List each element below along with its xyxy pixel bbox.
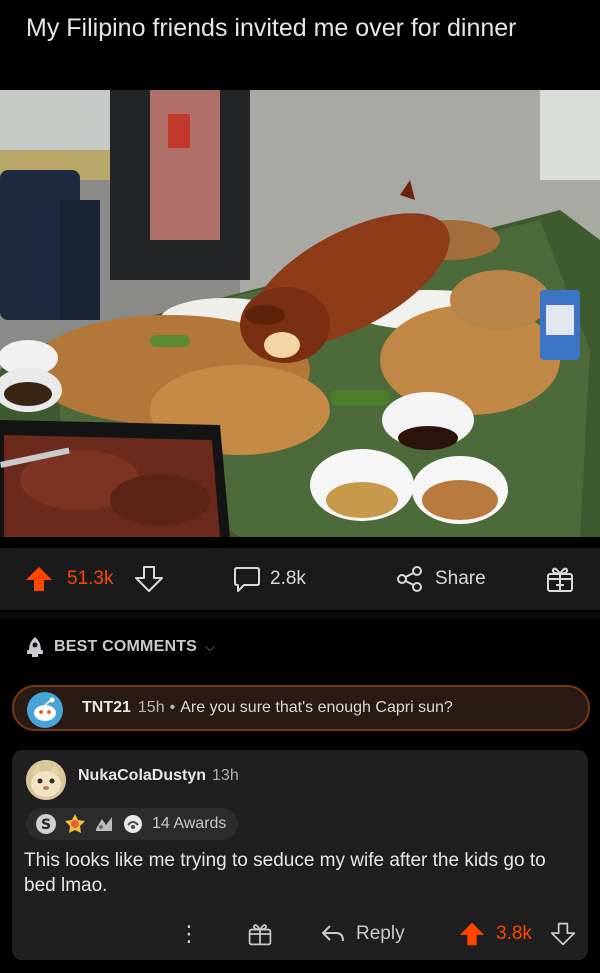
silver-award-icon: S (34, 812, 58, 836)
comment-upvote-button[interactable] (458, 914, 486, 954)
awards-count: 14 Awards (152, 815, 227, 832)
upvote-button[interactable] (24, 548, 54, 610)
share-label: Share (435, 568, 486, 589)
award-button[interactable] (545, 548, 575, 610)
reply-icon (322, 925, 344, 942)
post-action-bar: 51.3k 2.8k Share (0, 548, 600, 610)
hugz-award-icon (121, 812, 145, 836)
sort-comments-button[interactable]: BEST COMMENTS ⌵ (24, 634, 215, 660)
comments-button[interactable]: 2.8k (232, 548, 306, 610)
comment-username[interactable]: NukaColaDustyn (78, 767, 206, 784)
comment-icon (234, 567, 260, 592)
divider (0, 612, 600, 618)
reply-button[interactable]: Reply (320, 914, 405, 954)
avatar[interactable] (26, 760, 66, 800)
chevron-down-icon: ⌵ (205, 639, 216, 654)
award-icon (547, 567, 573, 592)
comment-text: Are you sure that's enough Capri sun? (180, 699, 453, 716)
post-title: My Filipino friends invited me over for … (26, 14, 517, 42)
comment-card: NukaColaDustyn 13h S 14 Awards This looks… (12, 750, 588, 960)
upvote-icon[interactable] (24, 564, 54, 594)
downvote-icon[interactable] (134, 564, 164, 594)
avatar[interactable] (26, 691, 64, 734)
snoo-avatar-icon (27, 692, 63, 728)
upvote-icon (459, 922, 485, 946)
award-icon (248, 924, 272, 946)
post-image-graphic (0, 90, 600, 537)
svg-text:S: S (41, 817, 51, 833)
comment-time: 15h (137, 699, 165, 716)
post-image[interactable] (0, 90, 600, 537)
comment-downvote-button[interactable] (550, 914, 576, 954)
comment-vote-count: 3.8k (496, 923, 532, 944)
comment-action-bar: ⋮ Reply 3.8k (12, 914, 588, 954)
comment-body: This looks like me trying to seduce my w… (24, 850, 546, 896)
share-icon (397, 566, 422, 592)
pinned-comment[interactable]: TNT21 15h • Are you sure that's enough C… (12, 685, 590, 731)
awards-pill[interactable]: S 14 Awards (26, 808, 239, 840)
downvote-icon (550, 922, 576, 946)
cat-avatar-icon (26, 760, 66, 800)
comments-count: 2.8k (270, 568, 306, 589)
award-button[interactable] (247, 914, 273, 954)
sort-label: BEST COMMENTS (54, 638, 198, 655)
wholesome-award-icon (63, 812, 87, 836)
reply-label: Reply (356, 923, 405, 944)
rocket-icon (27, 637, 43, 657)
separator-dot: • (169, 699, 176, 716)
helpful-award-icon (92, 812, 116, 836)
more-icon[interactable]: ⋮ (178, 914, 200, 954)
comment-username[interactable]: TNT21 (82, 699, 131, 717)
share-button[interactable]: Share (395, 548, 486, 610)
comment-time: 13h (212, 767, 239, 784)
downvote-button[interactable] (134, 548, 164, 610)
upvote-count: 51.3k (67, 568, 114, 589)
